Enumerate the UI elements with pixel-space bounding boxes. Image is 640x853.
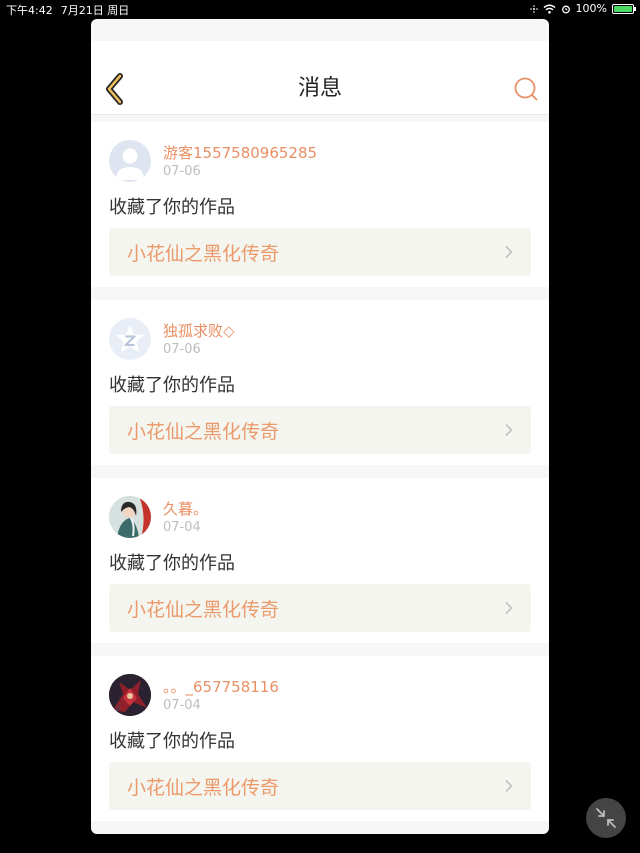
battery-percent: 100% (575, 2, 607, 15)
qzone-avatar-icon (116, 325, 144, 352)
message-card: 游客1557580965285 07-06 收藏了你的作品 小花仙之黑化传奇 (91, 122, 549, 287)
status-right: 100% (529, 2, 636, 15)
work-title: 小花仙之黑化传奇 (127, 599, 280, 621)
photo-avatar (109, 674, 151, 716)
message-text: 收藏了你的作品 (109, 553, 235, 574)
chevron-right-icon (505, 601, 513, 615)
alarm-icon (561, 5, 570, 13)
signal-icon (529, 4, 538, 13)
message-date: 07-04 (163, 698, 201, 713)
message-text: 收藏了你的作品 (109, 731, 235, 752)
work-title: 小花仙之黑化传奇 (127, 777, 280, 799)
avatar[interactable] (109, 140, 151, 182)
avatar[interactable] (109, 318, 151, 360)
work-link[interactable]: 小花仙之黑化传奇 (109, 762, 531, 810)
work-title: 小花仙之黑化传奇 (127, 421, 280, 443)
message-date: 07-06 (163, 164, 201, 179)
username[interactable]: 独孤求败◇ (163, 320, 235, 341)
message-date: 07-06 (163, 342, 201, 357)
message-text: 收藏了你的作品 (109, 197, 235, 218)
status-bar: 下午4:42 7月21日 周日 100% (0, 0, 640, 18)
chevron-right-icon (505, 423, 513, 437)
avatar[interactable] (109, 496, 151, 538)
nav-bar: 消息 (91, 41, 549, 115)
search-icon (514, 77, 538, 101)
wifi-icon (543, 4, 556, 14)
username[interactable]: 游客1557580965285 (163, 142, 317, 163)
work-title: 小花仙之黑化传奇 (127, 243, 280, 265)
avatar[interactable] (109, 674, 151, 716)
chevron-right-icon (505, 779, 513, 793)
search-button[interactable] (513, 76, 539, 102)
battery-fill (614, 5, 632, 12)
message-card: 久暮。 07-04 收藏了你的作品 小花仙之黑化传奇 (91, 478, 549, 643)
username[interactable]: 久暮。 (163, 498, 208, 519)
status-left: 下午4:42 7月21日 周日 (6, 2, 137, 18)
work-link[interactable]: 小花仙之黑化传奇 (109, 406, 531, 454)
status-date: 7月21日 周日 (60, 4, 130, 17)
photo-avatar (109, 496, 151, 538)
default-avatar-icon (116, 148, 144, 180)
chevron-left-icon (106, 73, 123, 105)
collapse-button[interactable] (586, 798, 626, 838)
back-button[interactable] (99, 69, 129, 109)
work-link[interactable]: 小花仙之黑化传奇 (109, 228, 531, 276)
message-text: 收藏了你的作品 (109, 375, 235, 396)
collapse-arrows-icon (596, 808, 616, 828)
chevron-right-icon (505, 245, 513, 259)
app-window: 消息 游客1557580965285 07-06 收藏了你的作品 小花仙之黑化传… (91, 19, 549, 834)
work-link[interactable]: 小花仙之黑化传奇 (109, 584, 531, 632)
status-time: 下午4:42 (6, 4, 53, 17)
username[interactable]: 。。_657758116 (163, 676, 279, 697)
message-card: 。。_657758116 07-04 收藏了你的作品 小花仙之黑化传奇 (91, 656, 549, 821)
battery-icon (612, 3, 636, 14)
message-date: 07-04 (163, 520, 201, 535)
message-card: 独孤求败◇ 07-06 收藏了你的作品 小花仙之黑化传奇 (91, 300, 549, 465)
